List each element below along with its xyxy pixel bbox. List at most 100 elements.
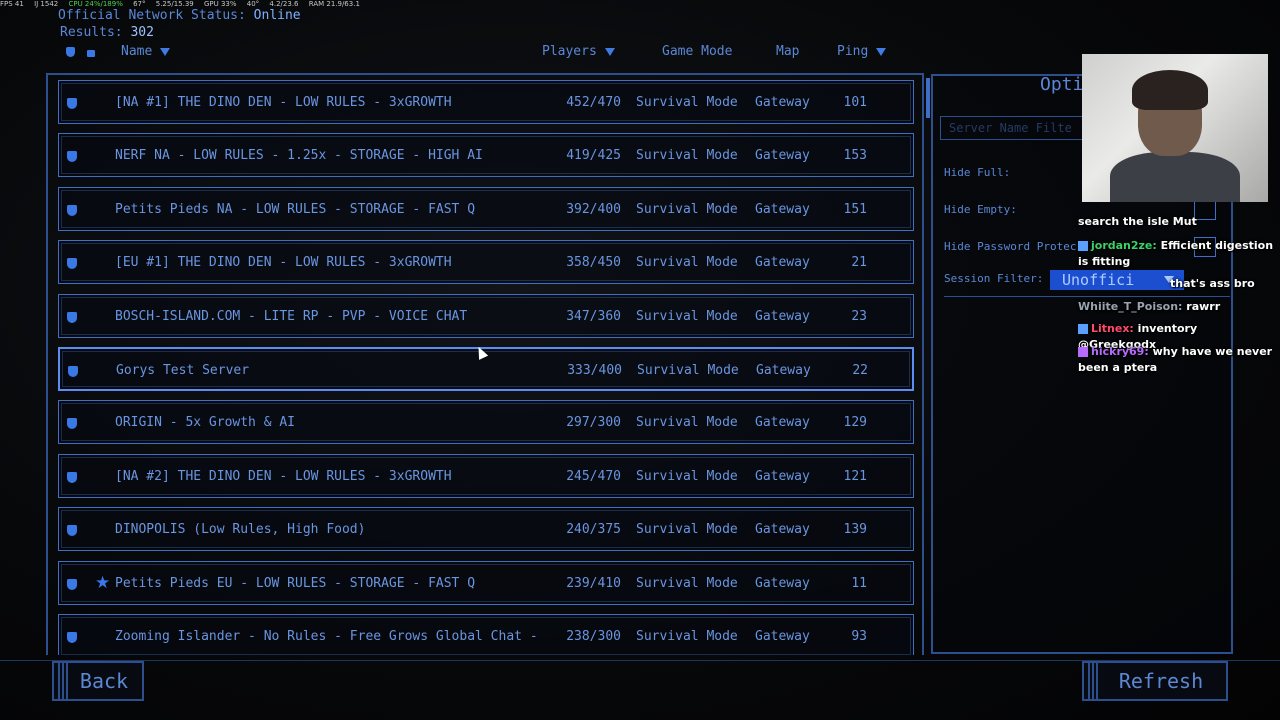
server-ping: 151 — [843, 201, 867, 217]
column-players-label: Players — [542, 44, 597, 59]
server-map: Gateway — [756, 363, 811, 378]
server-ping: 21 — [851, 255, 867, 271]
chat-message-text: rawrr — [1186, 300, 1221, 313]
server-mode: Survival Mode — [636, 468, 738, 484]
chat-message: hickry69: why have we never been a ptera — [1078, 344, 1276, 376]
shield-icon — [67, 632, 77, 643]
webcam-person-body — [1110, 152, 1240, 202]
server-ping: 153 — [843, 148, 867, 164]
server-mode: Survival Mode — [636, 415, 738, 431]
server-mode: Survival Mode — [636, 201, 738, 217]
server-row[interactable]: BOSCH-ISLAND.COM - LITE RP - PVP - VOICE… — [58, 293, 914, 338]
server-map: Gateway — [755, 308, 810, 324]
chat-message: that's ass bro — [1078, 276, 1276, 292]
chat-message: search the isle Mut — [1078, 214, 1276, 230]
column-ping-label: Ping — [837, 44, 869, 59]
column-name-label: Name — [121, 44, 153, 59]
server-ping: 11 — [851, 575, 867, 591]
server-players: 245/470 — [566, 468, 621, 484]
server-map: Gateway — [755, 522, 810, 538]
shield-icon — [67, 204, 77, 216]
server-map: Gateway — [755, 575, 810, 591]
server-mode: Survival Mode — [636, 148, 738, 164]
column-header-map[interactable]: Map — [776, 44, 799, 59]
gpu-readout: GPU 33% — [203, 0, 237, 8]
server-players: 347/360 — [566, 308, 621, 324]
shield-icon — [67, 258, 77, 270]
server-name: [NA #1] THE DINO DEN - LOW RULES - 3xGRO… — [115, 95, 452, 110]
server-ping: 93 — [851, 629, 867, 644]
results-label: Results: — [60, 25, 123, 40]
server-mode: Survival Mode — [636, 308, 738, 324]
server-row[interactable]: [EU #1] THE DINO DEN - LOW RULES - 3xGRO… — [58, 240, 914, 285]
column-header-name[interactable]: Name — [121, 44, 171, 59]
server-name: [EU #1] THE DINO DEN - LOW RULES - 3xGRO… — [115, 255, 452, 271]
scrollbar-thumb[interactable] — [926, 78, 930, 118]
server-mode: Survival Mode — [636, 522, 738, 538]
chat-username: Whiite_T_Poison: — [1078, 300, 1183, 313]
refresh-button-label: Refresh — [1118, 669, 1204, 693]
server-name: DINOPOLIS (Low Rules, High Food) — [115, 522, 366, 538]
chat-message-text: search the isle Mut — [1078, 215, 1197, 228]
server-row[interactable]: NERF NA - LOW RULES - 1.25x - STORAGE - … — [58, 133, 914, 178]
server-players: 238/300 — [566, 629, 621, 644]
frame-readout: Ĳ 1542 — [34, 0, 59, 8]
server-players: 358/450 — [566, 255, 621, 271]
chat-username: Litnex: — [1091, 322, 1134, 335]
cpu-readout: CPU 24%/189% — [68, 0, 123, 8]
server-row[interactable]: [NA #1] THE DINO DEN - LOW RULES - 3xGRO… — [58, 80, 914, 124]
hide-empty-label: Hide Empty: — [944, 203, 1017, 216]
shield-icon — [67, 525, 77, 537]
server-ping: 129 — [843, 415, 867, 431]
server-players: 392/400 — [566, 201, 621, 217]
hide-password-label: Hide Password Protec — [944, 240, 1077, 253]
server-list[interactable]: [NA #1] THE DINO DEN - LOW RULES - 3xGRO… — [46, 73, 924, 655]
refresh-button[interactable]: Refresh — [1082, 661, 1228, 701]
results-value: 302 — [130, 25, 154, 40]
ram-readout: RAM 21.9/63.1 — [308, 0, 360, 8]
lock-filter-header[interactable] — [87, 44, 95, 59]
shield-icon — [67, 98, 77, 109]
server-map: Gateway — [755, 468, 810, 484]
column-header-players[interactable]: Players — [542, 44, 615, 59]
column-map-label: Map — [776, 44, 800, 59]
shield-icon — [67, 578, 77, 590]
server-mode: Survival Mode — [636, 95, 738, 110]
column-header-ping[interactable]: Ping — [837, 44, 887, 59]
badge-icon — [1078, 324, 1088, 334]
server-mode: Survival Mode — [636, 575, 738, 591]
server-ping: 139 — [843, 522, 867, 538]
fps-readout: FPS 41 — [0, 0, 24, 8]
server-name: Petits Pieds EU - LOW RULES - STORAGE - … — [115, 575, 476, 591]
server-map: Gateway — [755, 255, 810, 271]
server-name: Petits Pieds NA - LOW RULES - STORAGE - … — [115, 201, 476, 217]
column-header-mode[interactable]: Game Mode — [662, 44, 732, 59]
options-title: Opti — [1040, 74, 1084, 95]
server-name-filter-input[interactable]: Server Name Filte — [940, 116, 1090, 140]
favorite-filter-header[interactable] — [66, 44, 75, 59]
server-mode: Survival Mode — [636, 629, 738, 644]
server-row[interactable]: Zooming Islander - No Rules - Free Grows… — [58, 614, 914, 655]
back-button[interactable]: Back — [52, 661, 144, 701]
server-map: Gateway — [755, 201, 810, 217]
badge-icon — [1078, 241, 1088, 251]
server-row[interactable]: ORIGIN - 5x Growth & AI 297/300 Survival M… — [58, 400, 914, 445]
server-row[interactable]: [NA #2] THE DINO DEN - LOW RULES - 3xGRO… — [58, 453, 914, 498]
server-row[interactable]: ★ Petits Pieds EU - LOW RULES - STORAGE -… — [58, 560, 914, 605]
network-status-label: Official Network Status: — [58, 8, 246, 23]
server-players: 239/410 — [566, 575, 621, 591]
server-row[interactable]: DINOPOLIS (Low Rules, High Food) 240/375 S… — [58, 507, 914, 552]
button-grip — [1088, 663, 1098, 699]
network-status: Official Network Status: Online — [58, 8, 301, 23]
server-name: Gorys Test Server — [116, 363, 250, 378]
server-row[interactable]: Petits Pieds NA - LOW RULES - STORAGE - … — [58, 186, 914, 231]
badge-icon — [1078, 347, 1088, 357]
sort-down-icon — [160, 47, 171, 56]
server-players: 419/425 — [566, 148, 621, 164]
chat-username: hickry69: — [1091, 345, 1149, 358]
lock-icon — [87, 50, 95, 57]
sort-down-icon — [604, 47, 615, 56]
chat-message: Whiite_T_Poison: rawrr — [1078, 299, 1276, 315]
session-filter-label: Session Filter: — [944, 272, 1044, 285]
mem-readout: 5.25/15.39 — [155, 0, 194, 8]
